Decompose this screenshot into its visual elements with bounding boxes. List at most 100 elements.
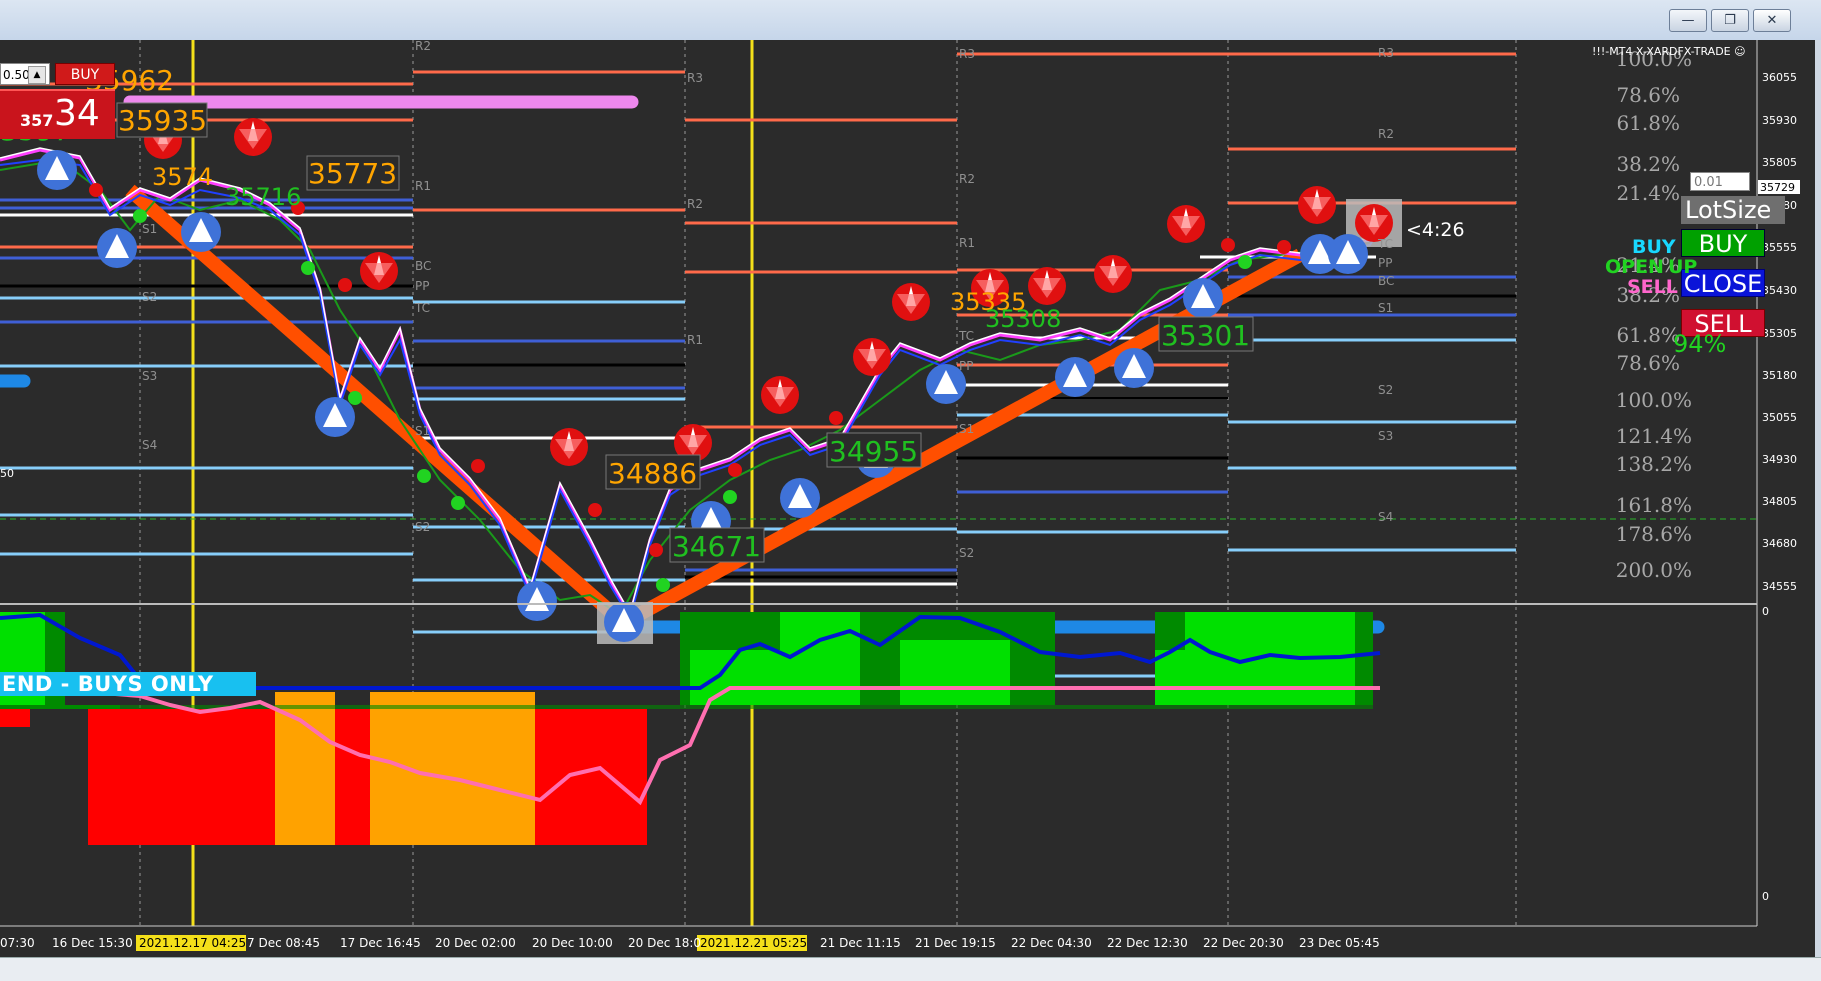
svg-text:35055: 35055 bbox=[1762, 411, 1797, 424]
svg-text:17 Dec 16:45: 17 Dec 16:45 bbox=[340, 936, 421, 950]
pivot-label: S2 bbox=[959, 546, 974, 560]
price-label: 3574 bbox=[152, 163, 213, 191]
fib-level: 138.2% bbox=[1616, 452, 1692, 476]
fib-level: 21.4% bbox=[1616, 181, 1680, 205]
price-label: 35308 bbox=[985, 305, 1061, 333]
pivot-label: PP bbox=[415, 279, 429, 293]
left-scale-label: 50 bbox=[0, 467, 14, 480]
pivot-label: R2 bbox=[687, 197, 703, 211]
pivot-label: R1 bbox=[959, 236, 975, 250]
fib-level: 78.6% bbox=[1616, 351, 1680, 375]
current-price-text: 35729 bbox=[1760, 181, 1795, 194]
svg-text:20 Dec 10:00: 20 Dec 10:00 bbox=[532, 936, 613, 950]
svg-text:22 Dec 04:30: 22 Dec 04:30 bbox=[1011, 936, 1092, 950]
one-click-price[interactable]: 357 34 bbox=[0, 89, 115, 139]
pivot-label: R2 bbox=[1378, 127, 1394, 141]
price-label: 34886 bbox=[608, 457, 697, 490]
window-titlebar: — ❐ ✕ bbox=[0, 0, 1821, 41]
fib-level: 200.0% bbox=[1616, 558, 1692, 582]
svg-text:35805: 35805 bbox=[1762, 156, 1797, 169]
pivot-label: S2 bbox=[142, 290, 157, 304]
lot-size-label: LotSize bbox=[1681, 196, 1785, 224]
status-strip bbox=[0, 957, 1821, 981]
pivot-label: S4 bbox=[1378, 510, 1393, 524]
svg-text:34555: 34555 bbox=[1762, 580, 1797, 593]
svg-text:20 Dec 02:00: 20 Dec 02:00 bbox=[435, 936, 516, 950]
pivot-label: R1 bbox=[687, 333, 703, 347]
one-click-buy-button[interactable]: BUY bbox=[55, 63, 115, 85]
time-axis-labels: 07:30 16 Dec 15:30 2021.12.17 04:25 7 De… bbox=[0, 936, 1380, 950]
svg-text:34680: 34680 bbox=[1762, 537, 1797, 550]
bar-timer: <4:26 bbox=[1406, 219, 1465, 241]
pivot-label: TC bbox=[958, 329, 974, 343]
svg-text:35430: 35430 bbox=[1762, 284, 1797, 297]
svg-text:23 Dec 05:45: 23 Dec 05:45 bbox=[1299, 936, 1380, 950]
fib-level: 38.2% bbox=[1616, 152, 1680, 176]
indicator-title: !!!-MT4 X-XARDFX-TRADE ☺ bbox=[1592, 45, 1746, 58]
pivot-label: S1 bbox=[1378, 301, 1393, 315]
svg-text:35305: 35305 bbox=[1762, 327, 1797, 340]
svg-text:2021.12.21 05:25: 2021.12.21 05:25 bbox=[700, 936, 807, 950]
pivot-label: PP bbox=[959, 359, 973, 373]
buy-button[interactable]: BUY bbox=[1681, 229, 1765, 258]
price-big: 34 bbox=[54, 93, 100, 134]
fib-level: 121.4% bbox=[1616, 424, 1692, 448]
pivot-label: R3 bbox=[687, 71, 703, 85]
sub-scale-bottom: 0 bbox=[1762, 890, 1769, 903]
svg-text:22 Dec 12:30: 22 Dec 12:30 bbox=[1107, 936, 1188, 950]
fib-level: 100.0% bbox=[1616, 388, 1692, 412]
pivot-label: R2 bbox=[415, 40, 431, 53]
fib-level: 78.6% bbox=[1616, 83, 1680, 107]
fib-level: 178.6% bbox=[1616, 522, 1692, 546]
pivot-label: S3 bbox=[142, 369, 157, 383]
price-label: 34671 bbox=[672, 530, 761, 563]
side-percent: 94% bbox=[1673, 330, 1727, 358]
pivot-label: S1 bbox=[142, 222, 157, 236]
svg-text:2021.12.17 04:25: 2021.12.17 04:25 bbox=[139, 936, 246, 950]
price-label: 35773 bbox=[308, 157, 397, 190]
price-label: 35935 bbox=[118, 104, 207, 137]
close-button[interactable]: ✕ bbox=[1753, 9, 1791, 32]
pivot-label: S3 bbox=[1378, 429, 1393, 443]
price-label: 34955 bbox=[829, 435, 918, 468]
side-buy-label: BUY bbox=[1632, 236, 1676, 258]
pivot-label: S1 bbox=[959, 422, 974, 436]
svg-text:35180: 35180 bbox=[1762, 369, 1797, 382]
pivot-label: R2 bbox=[959, 172, 975, 186]
pivot-label: BC bbox=[1378, 274, 1394, 288]
svg-text:07:30: 07:30 bbox=[0, 936, 35, 950]
price-scale bbox=[1757, 40, 1815, 926]
svg-text:34930: 34930 bbox=[1762, 453, 1797, 466]
price-small: 357 bbox=[20, 111, 54, 130]
sub-scale-top: 0 bbox=[1762, 605, 1769, 618]
pivot-label: S2 bbox=[1378, 383, 1393, 397]
pivot-label: BC bbox=[415, 259, 431, 273]
svg-text:35555: 35555 bbox=[1762, 241, 1797, 254]
fib-level: 61.8% bbox=[1616, 323, 1680, 347]
price-chart[interactable]: 35935 35773 3597 35716 3574 35962 34886 … bbox=[0, 40, 1815, 957]
price-label: 35716 bbox=[225, 183, 301, 211]
svg-text:36055: 36055 bbox=[1762, 71, 1797, 84]
window-border bbox=[1815, 40, 1821, 980]
fib-level: 161.8% bbox=[1616, 493, 1692, 517]
svg-text:34805: 34805 bbox=[1762, 495, 1797, 508]
window-controls: — ❐ ✕ bbox=[1669, 9, 1791, 32]
maximize-button[interactable]: ❐ bbox=[1711, 9, 1749, 32]
fib-level: 61.8% bbox=[1616, 111, 1680, 135]
price-label: 35301 bbox=[1161, 319, 1250, 352]
side-sell-label: SELL bbox=[1627, 276, 1678, 298]
svg-text:35930: 35930 bbox=[1762, 114, 1797, 127]
trend-banner: END - BUYS ONLY bbox=[0, 672, 256, 696]
svg-text:16 Dec 15:30: 16 Dec 15:30 bbox=[52, 936, 133, 950]
minimize-button[interactable]: — bbox=[1669, 9, 1707, 32]
one-click-panel: 0.50 ▲ BUY 357 34 bbox=[0, 63, 115, 139]
lot-spinner[interactable]: ▲ bbox=[28, 66, 46, 84]
pivot-label: TC bbox=[414, 301, 430, 315]
pivot-label: R3 bbox=[1378, 46, 1394, 60]
svg-text:7 Dec 08:45: 7 Dec 08:45 bbox=[247, 936, 320, 950]
side-open-label: OPEN bbox=[1605, 256, 1664, 278]
pivot-label: PP bbox=[1378, 256, 1392, 270]
lot-size-input[interactable]: 0.01 bbox=[1690, 172, 1750, 191]
svg-text:21 Dec 19:15: 21 Dec 19:15 bbox=[915, 936, 996, 950]
pivot-label: TC bbox=[1377, 237, 1393, 251]
